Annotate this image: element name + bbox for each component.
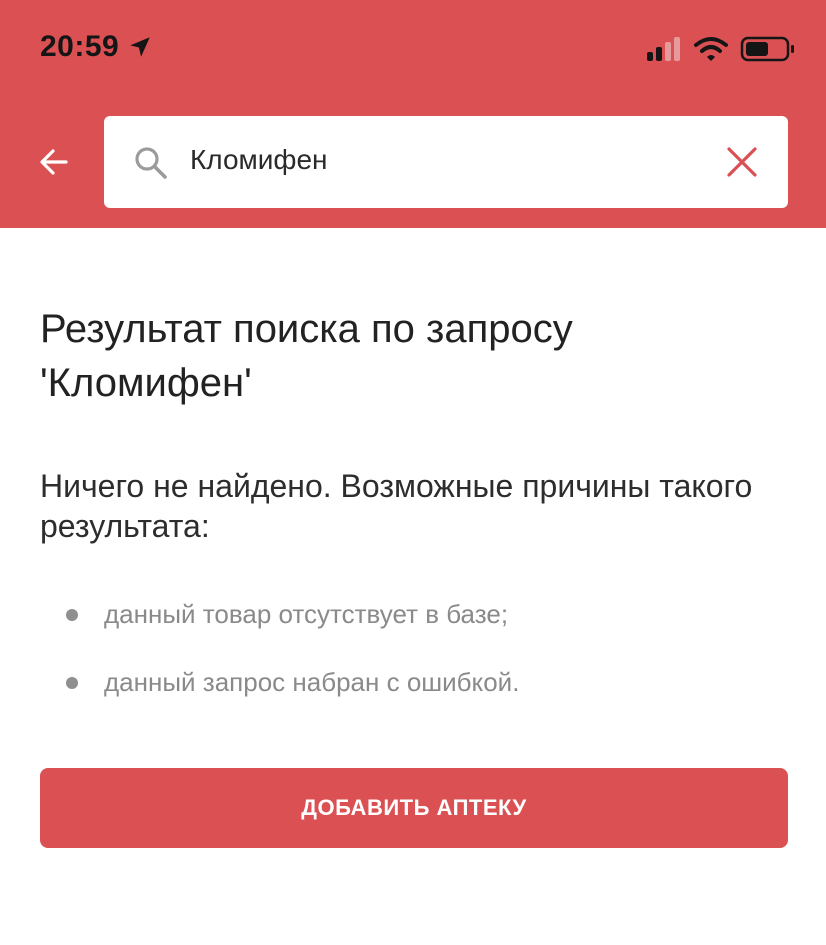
location-arrow-icon — [130, 37, 150, 57]
cellular-signal-icon — [644, 37, 680, 61]
search-box — [104, 116, 788, 208]
list-item: данный товар отсутствует в базе; — [40, 594, 519, 662]
status-indicators — [644, 36, 796, 62]
add-pharmacy-button[interactable]: ДОБАВИТЬ АПТЕКУ — [40, 768, 788, 848]
reasons-list: данный товар отсутствует в базе; данный … — [40, 594, 519, 730]
reason-text: данный запрос набран с ошибкой. — [104, 667, 520, 697]
close-icon[interactable] — [726, 146, 758, 178]
wifi-icon — [694, 37, 728, 61]
status-bar-time: 20:59 — [40, 30, 153, 64]
app-header: 20:59 — [0, 0, 826, 228]
battery-icon — [740, 36, 794, 62]
reason-text: данный товар отсутствует в базе; — [104, 599, 509, 629]
no-results-message: Ничего не найдено. Возможные причины так… — [40, 468, 753, 544]
bullet-icon — [66, 609, 78, 621]
back-arrow-icon[interactable] — [36, 144, 72, 180]
bullet-icon — [66, 677, 78, 689]
status-time-text: 20:59 — [40, 30, 120, 63]
search-input[interactable] — [190, 144, 690, 176]
search-icon — [135, 147, 167, 179]
list-item: данный запрос набран с ошибкой. — [40, 662, 519, 730]
page-title: Результат поиска по запросу 'Кломифен' — [40, 307, 573, 405]
